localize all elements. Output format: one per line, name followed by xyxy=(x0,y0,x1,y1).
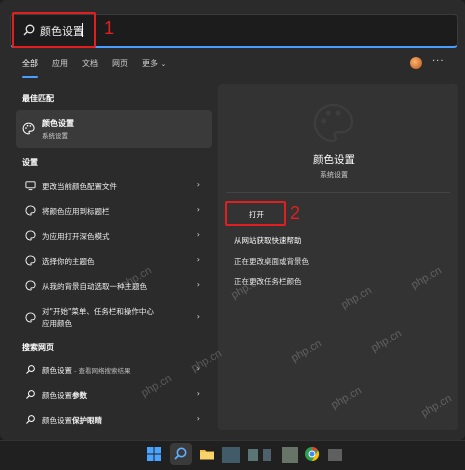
tab-web[interactable]: 网页 xyxy=(112,58,128,72)
annotation-number-1: 1 xyxy=(104,18,115,38)
change-background-action[interactable]: 正在更改桌面或背景色 xyxy=(234,256,309,267)
windows-start-icon[interactable] xyxy=(146,446,162,462)
monitor-icon xyxy=(25,181,36,191)
best-match-subtitle: 系统设置 xyxy=(42,132,68,140)
blurred-app-icon[interactable] xyxy=(282,447,298,463)
blurred-app-icon[interactable] xyxy=(248,449,258,461)
palette-icon xyxy=(25,312,36,323)
settings-item-start-taskbar-color[interactable]: 对"开始"菜单、任务栏和操作中心 应用颜色 › xyxy=(16,303,212,333)
tab-more-label: 更多 xyxy=(142,59,158,68)
web-result-item[interactable]: 颜色设置保护眼睛 › xyxy=(16,409,212,431)
preview-divider xyxy=(226,192,450,193)
web-result-item[interactable]: 颜色设置 - 查看网络搜索结果 › xyxy=(16,359,212,381)
web-result-label: 颜色设置保护眼睛 xyxy=(42,416,102,425)
annotation-number-2: 2 xyxy=(290,203,301,223)
palette-icon xyxy=(25,280,36,291)
chevron-right-icon: › xyxy=(196,205,200,214)
settings-item-label: 将颜色应用到标题栏 xyxy=(42,207,110,216)
chevron-right-icon: › xyxy=(196,230,200,239)
blurred-app-icon[interactable] xyxy=(263,449,271,461)
annotation-box-open xyxy=(225,201,286,226)
settings-item-label: 为应用打开深色模式 xyxy=(42,232,110,241)
web-result-label: 颜色设置参数 xyxy=(42,391,87,400)
folder-icon[interactable] xyxy=(199,446,215,462)
chevron-right-icon: › xyxy=(196,280,200,289)
tab-more[interactable]: 更多 ⌄ xyxy=(142,58,166,72)
web-result-label: 颜色设置 - 查看网络搜索结果 xyxy=(42,366,131,375)
tab-apps[interactable]: 应用 xyxy=(52,58,68,72)
settings-item-auto-accent[interactable]: 从我的背景自动选取一种主题色 › xyxy=(16,275,212,297)
settings-item-accent-color[interactable]: 选择你的主题色 › xyxy=(16,250,212,272)
web-result-item[interactable]: 颜色设置参数 › xyxy=(16,384,212,406)
annotation-box-search xyxy=(12,12,96,48)
chevron-right-icon: › xyxy=(196,389,200,398)
tab-documents[interactable]: 文档 xyxy=(82,58,98,72)
search-icon xyxy=(26,365,35,374)
settings-item-label-line2: 应用颜色 xyxy=(42,319,72,328)
palette-icon xyxy=(313,103,354,143)
search-icon[interactable] xyxy=(173,446,189,462)
search-icon xyxy=(26,390,35,399)
settings-item-titlebar-color[interactable]: 将颜色应用到标题栏 › xyxy=(16,200,212,222)
search-icon xyxy=(26,415,35,424)
settings-item-label: 对"开始"菜单、任务栏和操作中心 xyxy=(42,307,154,316)
settings-item-label: 更改当前颜色配置文件 xyxy=(42,182,117,191)
blurred-app-icon[interactable] xyxy=(222,447,240,463)
preview-title: 颜色设置 xyxy=(313,154,355,166)
best-match-heading: 最佳匹配 xyxy=(22,94,54,103)
settings-item-label: 选择你的主题色 xyxy=(42,257,95,266)
web-help-action[interactable]: 从网站获取快速帮助 xyxy=(234,235,302,246)
palette-icon xyxy=(22,122,35,135)
chrome-icon[interactable] xyxy=(304,446,320,462)
chevron-right-icon: › xyxy=(196,180,200,189)
tab-all[interactable]: 全部 xyxy=(22,58,38,78)
settings-item-dark-mode[interactable]: 为应用打开深色模式 › xyxy=(16,225,212,247)
filter-tabs: 全部 应用 文档 网页 更多 ⌄ xyxy=(22,58,180,78)
more-options-button[interactable]: ··· xyxy=(432,56,445,67)
palette-icon xyxy=(25,205,36,216)
account-avatar[interactable] xyxy=(410,57,422,69)
chevron-right-icon: › xyxy=(196,312,200,321)
chevron-right-icon: › xyxy=(196,255,200,264)
web-search-heading: 搜索网页 xyxy=(22,343,54,352)
preview-subtitle: 系统设置 xyxy=(320,171,348,179)
chevron-right-icon: › xyxy=(196,414,200,423)
chevron-down-icon: ⌄ xyxy=(160,60,167,68)
best-match-result[interactable]: 颜色设置 系统设置 xyxy=(16,110,212,148)
best-match-title: 颜色设置 xyxy=(42,119,74,128)
palette-icon xyxy=(25,255,36,266)
palette-icon xyxy=(25,230,36,241)
blurred-app-icon[interactable] xyxy=(328,449,342,461)
